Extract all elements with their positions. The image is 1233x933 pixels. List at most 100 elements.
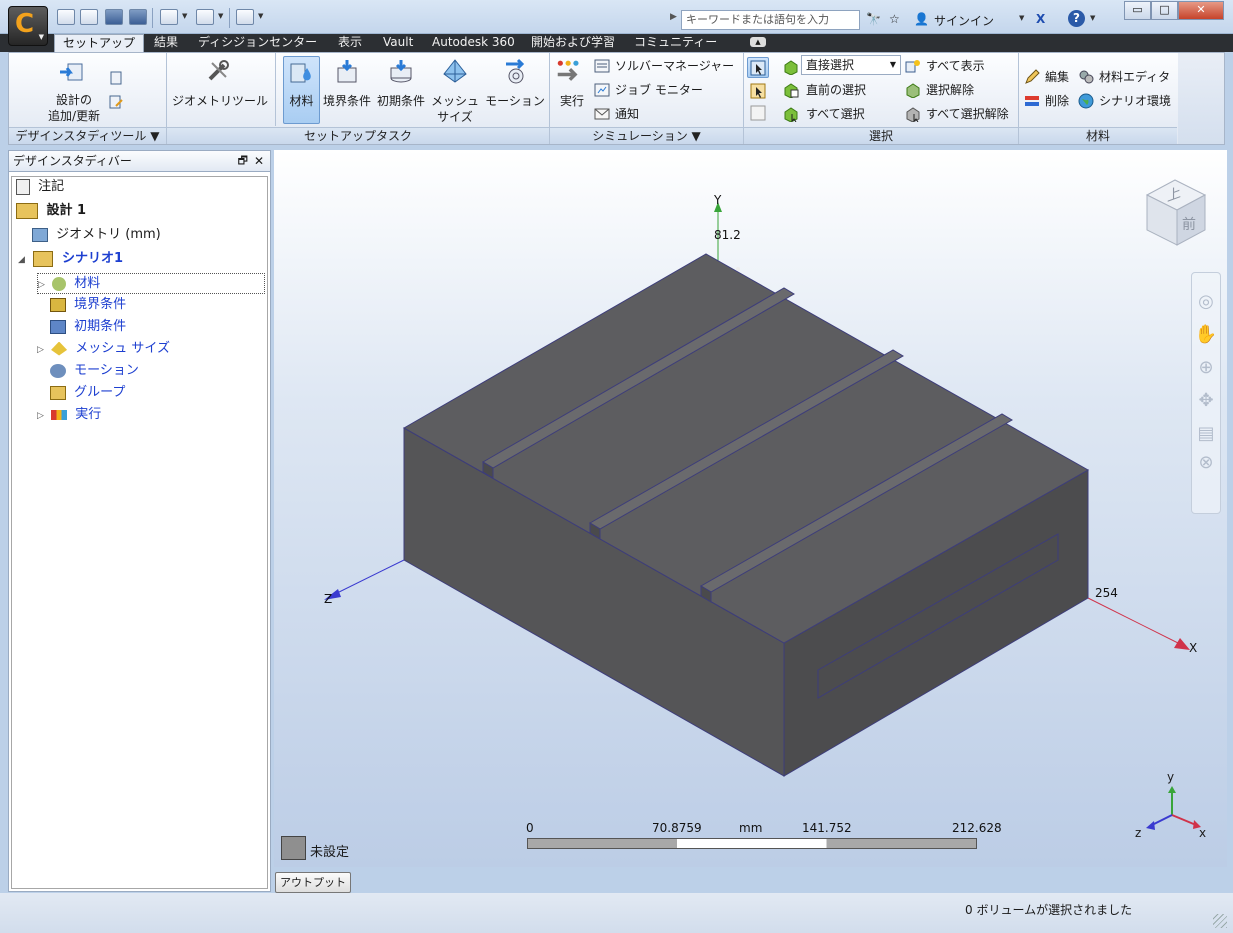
help-icon[interactable]: ? bbox=[1068, 10, 1085, 27]
selection-mode-dropdown[interactable]: 直接選択 ▼ bbox=[801, 55, 901, 75]
deselect-button[interactable]: 選択解除 bbox=[926, 83, 974, 97]
output-bar-button[interactable]: アウトプットバー bbox=[275, 872, 351, 908]
tab-setup[interactable]: セットアップ bbox=[54, 34, 145, 52]
float-panel-icon[interactable]: 🗗 bbox=[238, 151, 248, 171]
tab-view[interactable]: 表示 bbox=[336, 34, 364, 52]
new-file-icon[interactable] bbox=[57, 9, 75, 25]
minimize-button[interactable]: ▭ bbox=[1124, 1, 1151, 20]
user-icon[interactable]: 👤 bbox=[914, 12, 929, 26]
edit-design-icon[interactable] bbox=[108, 94, 124, 113]
material-icon bbox=[52, 276, 67, 291]
maximize-button[interactable]: □ bbox=[1151, 1, 1178, 20]
axis-label-x: X bbox=[1189, 641, 1198, 655]
deselect-all-button[interactable]: すべて選択解除 bbox=[926, 107, 1009, 121]
close-button[interactable]: ✕ bbox=[1178, 1, 1224, 20]
display-settings-icon[interactable] bbox=[236, 9, 254, 25]
steering-wheel-icon[interactable]: ◎ bbox=[1192, 291, 1220, 312]
initial-condition-icon bbox=[388, 58, 414, 87]
tab-autodesk360[interactable]: Autodesk 360 bbox=[430, 34, 517, 52]
binoculars-icon[interactable]: 🔭 bbox=[866, 12, 881, 26]
zoom-icon[interactable]: ⊕ bbox=[1192, 357, 1220, 378]
notify-button[interactable]: 通知 bbox=[615, 107, 639, 121]
tab-learning[interactable]: 開始および学習 bbox=[529, 34, 617, 52]
dimension-y: 81.2 bbox=[714, 228, 741, 242]
delete-icon bbox=[1024, 93, 1040, 112]
scenario-environment-button[interactable]: シナリオ環境 bbox=[1099, 94, 1171, 108]
tree-item-scenario-1[interactable]: ◢ シナリオ1 bbox=[18, 249, 123, 269]
tree-item-geometry[interactable]: ジオメトリ (mm) bbox=[32, 225, 161, 245]
save-icon[interactable] bbox=[105, 9, 123, 25]
signin-button[interactable]: サインイン bbox=[934, 12, 994, 29]
tree-item-mesh[interactable]: ▷ メッシュ サイズ bbox=[37, 339, 170, 359]
look-at-icon[interactable]: ▤ bbox=[1192, 423, 1220, 444]
delete-material-button[interactable]: 削除 bbox=[1045, 94, 1069, 108]
exchange-apps-icon[interactable]: X bbox=[1036, 12, 1045, 26]
copy-design-icon[interactable] bbox=[108, 70, 124, 89]
tree-item-initial[interactable]: 初期条件 bbox=[50, 317, 126, 337]
select-volume-icon[interactable] bbox=[750, 83, 766, 102]
view-cube-icon[interactable] bbox=[196, 9, 214, 25]
chevron-down-icon[interactable]: ▼ bbox=[258, 12, 263, 20]
close-panel-icon[interactable]: ✕ bbox=[254, 151, 264, 171]
tab-decision-center[interactable]: ディシジョンセンター bbox=[196, 34, 319, 52]
expand-arrow-icon[interactable]: ▷ bbox=[37, 345, 44, 355]
job-monitor-button[interactable]: ジョブ モニター bbox=[615, 83, 703, 97]
deselect-icon bbox=[905, 82, 921, 101]
initial-condition-button[interactable]: 初期条件 bbox=[375, 93, 427, 109]
pan-hand-icon[interactable]: ✋ bbox=[1192, 324, 1220, 345]
resize-grip-icon[interactable] bbox=[1213, 914, 1227, 928]
design-study-group-footer[interactable]: デザインスタディツール ▼ bbox=[9, 127, 166, 144]
chevron-down-icon: ▼ bbox=[889, 60, 896, 69]
material-drop-icon bbox=[289, 60, 315, 89]
boundary-condition-button[interactable]: 境界条件 bbox=[321, 93, 373, 109]
ribbon-minimize-icon[interactable]: ▲ bbox=[750, 37, 766, 47]
graphics-viewport[interactable]: Y 81.2 Z 254 X 上 前 ◎ ✋ ⊕ ✥ ▤ ⊗ 未設定 0 70.… bbox=[274, 150, 1227, 867]
geometry-tool-button[interactable]: ジオメトリツール bbox=[170, 93, 270, 109]
select-surface-icon[interactable] bbox=[750, 105, 766, 124]
simulation-group-footer[interactable]: シミュレーション ▼ bbox=[550, 127, 743, 144]
tree-item-material[interactable]: ▷ 材料 bbox=[37, 273, 265, 294]
expand-arrow-icon[interactable]: ▷ bbox=[37, 411, 44, 421]
view-cube[interactable]: 上 前 bbox=[1135, 170, 1215, 253]
previous-selection-button[interactable]: 直前の選択 bbox=[806, 83, 866, 97]
select-all-button[interactable]: すべて選択 bbox=[806, 107, 865, 121]
tree-item-boundary[interactable]: 境界条件 bbox=[50, 295, 126, 315]
show-all-button[interactable]: すべて表示 bbox=[926, 59, 985, 73]
add-update-design-button[interactable]: 設計の 追加/更新 bbox=[44, 92, 104, 124]
select-cursor-icon[interactable] bbox=[160, 9, 178, 25]
orbit-icon[interactable]: ✥ bbox=[1192, 390, 1220, 411]
scenario-folder-icon bbox=[33, 250, 54, 267]
save-as-icon[interactable] bbox=[129, 9, 147, 25]
triad-label-y: y bbox=[1167, 770, 1175, 784]
motion-button[interactable]: モーション bbox=[483, 93, 547, 109]
edit-material-button[interactable]: 編集 bbox=[1045, 70, 1069, 84]
run-icon bbox=[556, 58, 582, 87]
tree-item-motion[interactable]: モーション bbox=[50, 361, 139, 381]
tab-community[interactable]: コミュニティー bbox=[632, 34, 719, 52]
collapse-arrow-icon[interactable]: ◢ bbox=[18, 255, 25, 265]
motion-tree-icon bbox=[50, 363, 66, 378]
tree-item-design-1[interactable]: 設計 1 bbox=[16, 201, 86, 221]
expand-arrow-icon[interactable]: ▷ bbox=[38, 280, 45, 290]
chevron-down-icon[interactable]: ▼ bbox=[218, 12, 223, 20]
tree-item-run[interactable]: ▷ 実行 bbox=[37, 405, 101, 425]
tree-item-notes[interactable]: 注記 bbox=[16, 177, 64, 197]
mesh-size-button[interactable]: メッシュ サイズ bbox=[429, 93, 481, 125]
star-icon[interactable]: ☆ bbox=[889, 12, 900, 26]
chevron-down-icon[interactable]: ▼ bbox=[1019, 14, 1024, 22]
open-folder-icon[interactable] bbox=[80, 9, 98, 25]
chevron-down-icon[interactable]: ▼ bbox=[182, 12, 187, 20]
application-menu-button[interactable]: C ▼ bbox=[8, 6, 48, 46]
chevron-down-icon[interactable]: ▼ bbox=[1090, 14, 1095, 22]
materials-group-footer: 材料 bbox=[1019, 127, 1177, 144]
solver-manager-button[interactable]: ソルバーマネージャー bbox=[615, 59, 734, 73]
full-navigation-icon[interactable]: ⊗ bbox=[1192, 452, 1220, 473]
tab-vault[interactable]: Vault bbox=[381, 34, 415, 52]
search-input[interactable]: キーワードまたは語句を入力 bbox=[681, 10, 860, 30]
tab-results[interactable]: 結果 bbox=[152, 34, 180, 52]
run-button[interactable]: 実行 bbox=[553, 93, 591, 109]
tree-item-group[interactable]: グループ bbox=[50, 383, 125, 403]
material-editor-button[interactable]: 材料エディタ bbox=[1099, 70, 1170, 84]
material-editor-icon bbox=[1078, 69, 1094, 88]
search-toggle-icon[interactable]: ▶ bbox=[670, 12, 677, 22]
